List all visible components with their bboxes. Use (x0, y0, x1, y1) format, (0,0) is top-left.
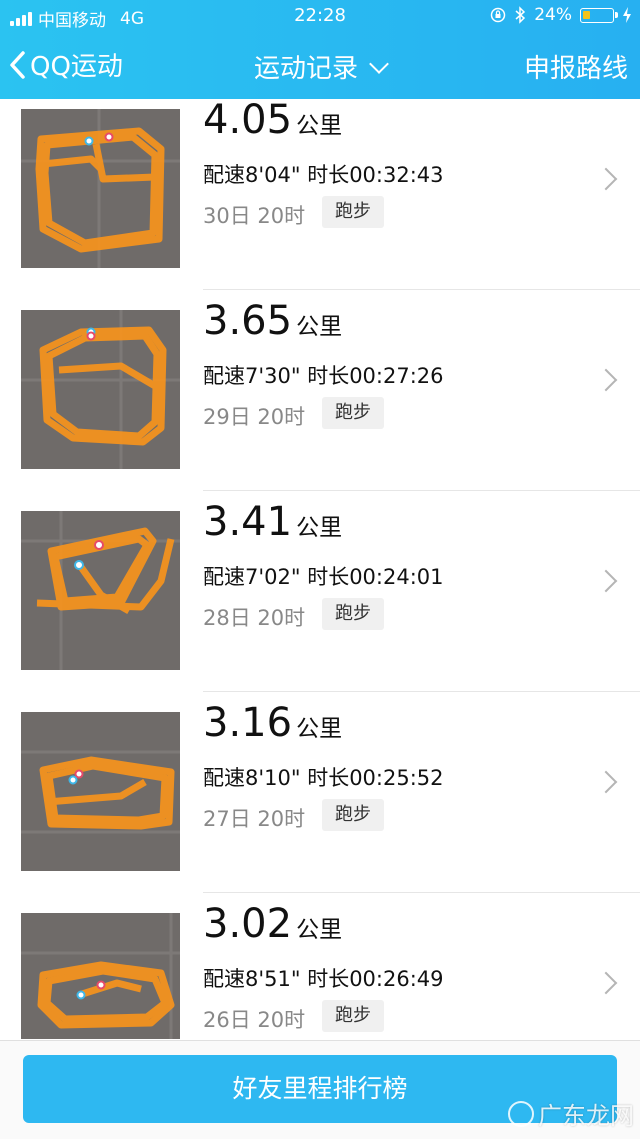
chevron-down-icon (369, 54, 389, 74)
distance-value: 3.02 公里 (203, 901, 343, 947)
battery-icon (580, 7, 618, 23)
record-item[interactable]: 3.02 公里 配速8'51" 时长00:26:49 26日 20时 跑步 (0, 893, 640, 1039)
battery-percent: 24% (534, 5, 572, 25)
page-title: 运动记录 (253, 54, 358, 84)
distance-unit: 公里 (296, 716, 343, 742)
record-date: 29日 20时 (203, 405, 306, 429)
distance-value: 3.65 公里 (203, 298, 343, 344)
status-bar: 中国移动 4G 22:28 24% (0, 0, 640, 32)
distance-value: 3.41 公里 (203, 499, 343, 545)
status-right: 24% (490, 5, 632, 25)
charging-icon (623, 7, 631, 23)
record-item[interactable]: 3.41 公里 配速7'02" 时长00:24:01 28日 20时 跑步 (0, 491, 640, 693)
sport-type-badge: 跑步 (322, 1000, 384, 1032)
chevron-right-icon (594, 167, 618, 191)
record-item[interactable]: 4.05 公里 配速8'04" 时长00:32:43 30日 20时 跑步 (0, 99, 640, 291)
route-map-thumbnail (21, 511, 180, 670)
route-map-thumbnail (21, 913, 180, 1039)
chevron-right-icon (594, 971, 618, 995)
pace-duration: 配速7'02" 时长00:24:01 (203, 565, 444, 589)
pace-duration: 配速8'10" 时长00:25:52 (203, 766, 444, 790)
record-date: 30日 20时 (203, 204, 306, 228)
route-map-thumbnail (21, 712, 180, 871)
sport-type-badge: 跑步 (322, 196, 384, 228)
report-route-button[interactable]: 申报路线 (524, 48, 628, 85)
record-item[interactable]: 3.65 公里 配速7'30" 时长00:27:26 29日 20时 跑步 (0, 290, 640, 492)
record-item[interactable]: 3.16 公里 配速8'10" 时长00:25:52 27日 20时 跑步 (0, 692, 640, 894)
distance-value: 3.16 公里 (203, 700, 343, 746)
watermark-text: 广东龙网 (538, 1102, 634, 1130)
distance-value: 4.05 公里 (203, 99, 343, 143)
distance-unit: 公里 (296, 515, 343, 541)
distance-unit: 公里 (296, 917, 343, 943)
footer-bar: 好友里程排行榜 广东龙网 (0, 1040, 640, 1139)
chevron-right-icon (594, 368, 618, 392)
route-map-thumbnail (21, 109, 180, 268)
chevron-right-icon (594, 569, 618, 593)
distance-unit: 公里 (296, 113, 343, 139)
record-date: 27日 20时 (203, 807, 306, 831)
record-date: 28日 20时 (203, 606, 306, 630)
record-list: 4.05 公里 配速8'04" 时长00:32:43 30日 20时 跑步 3.6… (0, 99, 640, 1039)
header-bar: 中国移动 4G 22:28 24% QQ运动 运动记录 申报路线 (0, 0, 640, 99)
watermark: 广东龙网 (508, 1096, 634, 1131)
rotation-lock-icon (490, 7, 506, 23)
pace-duration: 配速8'04" 时长00:32:43 (203, 163, 444, 187)
pace-duration: 配速8'51" 时长00:26:49 (203, 967, 444, 991)
chevron-right-icon (594, 770, 618, 794)
watermark-logo-icon (508, 1100, 534, 1127)
bluetooth-icon (515, 6, 526, 24)
sport-type-badge: 跑步 (322, 397, 384, 429)
record-date: 26日 20时 (203, 1008, 306, 1032)
sport-type-badge: 跑步 (322, 799, 384, 831)
distance-unit: 公里 (296, 314, 343, 340)
nav-bar: QQ运动 运动记录 申报路线 (0, 36, 640, 96)
route-map-thumbnail (21, 310, 180, 469)
pace-duration: 配速7'30" 时长00:27:26 (203, 364, 444, 388)
sport-type-badge: 跑步 (322, 598, 384, 630)
